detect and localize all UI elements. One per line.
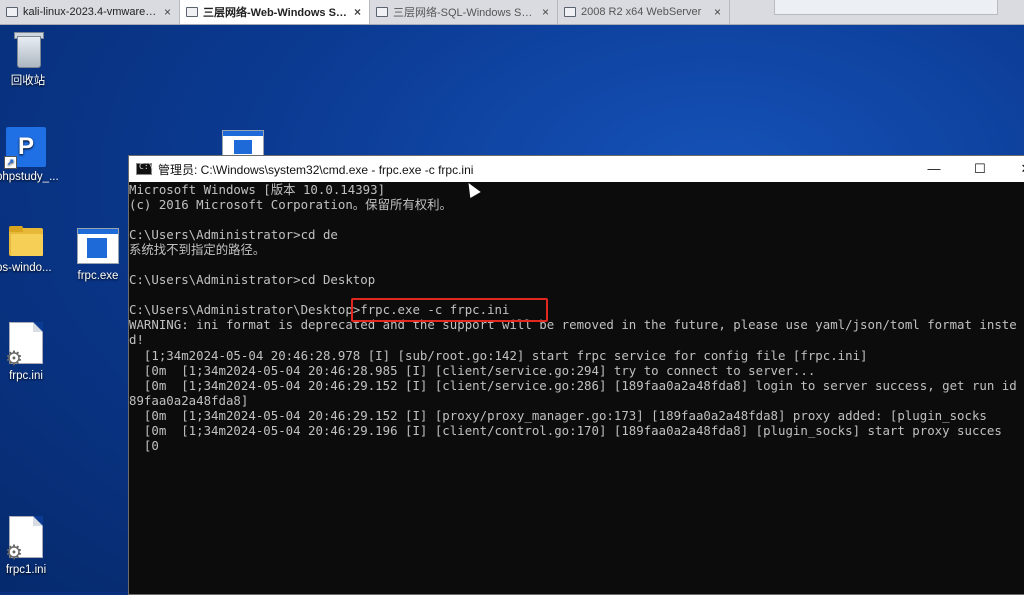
desktop-icon-label: frpc.ini [9,370,43,382]
application-icon [77,228,119,264]
folder-icon [9,226,43,256]
vm-tab-2008r2[interactable]: 2008 R2 x64 WebServer × [558,0,730,24]
console-line: [0m [1;34m2024-05-04 20:46:29.152 [I] [c… [129,377,1017,393]
title-bar[interactable]: C:\ 管理员: C:\Windows\system32\cmd.exe - f… [129,156,1024,182]
vm-tab-label: 三层网络-SQL-Windows Serve... [393,7,537,19]
desktop-icon-label: frpc1.ini [5,564,47,576]
console-line: [1;34m2024-05-04 20:46:28.978 [I] [sub/r… [129,347,868,363]
close-icon[interactable]: × [354,5,361,19]
cmd-icon: C:\ [136,162,153,175]
close-icon[interactable]: × [164,5,171,19]
console-line: WARNING: ini format is deprecated and th… [129,317,1017,333]
overlay-panel [774,0,998,15]
desktop-icon-label: 回收站 [10,75,46,87]
console-line: (c) 2016 Microsoft Corporation。保留所有权利。 [129,197,452,213]
desktop-icon-label: ps-windo... [0,262,52,274]
console-output[interactable]: Microsoft Windows [版本 10.0.14393] (c) 20… [129,182,1024,594]
vm-tab-kali[interactable]: kali-linux-2023.4-vmware-am... × [0,0,180,24]
console-line: [0m [1;34m2024-05-04 20:46:29.196 [I] [c… [129,422,1002,438]
desktop-icon-label: phpstudy_... [0,171,58,183]
close-icon[interactable]: × [714,5,721,19]
minimize-button[interactable]: — [911,156,957,182]
console-line: 系统找不到指定的路径。 [129,242,266,258]
vm-tab-label: 三层网络-Web-Windows Se... [203,7,349,19]
vm-tab-label: 2008 R2 x64 WebServer [581,6,702,18]
recycle-bin-icon [13,30,44,68]
command-highlight-box [351,298,548,322]
vm-tab-web-windows[interactable]: 三层网络-Web-Windows Se... × [180,0,370,24]
config-file-icon: ⚙ [5,516,43,563]
close-icon[interactable]: × [542,5,549,19]
console-line: C:\Users\Administrator>cd de [129,227,338,243]
desktop-icon-label: frpc.exe [77,270,119,282]
vm-tab-label: kali-linux-2023.4-vmware-am... [23,6,159,18]
partial-desktop-icon[interactable] [222,130,264,158]
console-line: [0 [129,437,159,453]
console-line: [0m [1;34m2024-05-04 20:46:29.152 [I] [p… [129,407,987,423]
console-line: d! [129,332,144,348]
desktop-icon-folder[interactable]: ps-windo... [0,222,58,274]
close-button[interactable]: ✕ [1003,156,1024,182]
console-line: [0m [1;34m2024-05-04 20:46:28.985 [I] [c… [129,362,816,378]
desktop-icon-frpc1-ini[interactable]: ⚙ frpc1.ini [0,516,58,576]
maximize-button[interactable]: ☐ [957,156,1003,182]
vm-icon [186,7,198,17]
desktop-icon-phpstudy[interactable]: P ↗ phpstudy_... [0,127,58,183]
vm-tab-sql-windows[interactable]: 三层网络-SQL-Windows Serve... × [370,0,558,24]
vm-icon [6,7,18,17]
desktop-icon-frpc-exe[interactable]: frpc.exe [66,226,130,282]
console-line: C:\Users\Administrator\Desktop>frpc.exe … [129,302,510,318]
vm-icon [376,7,388,17]
console-line: Microsoft Windows [版本 10.0.14393] [129,182,386,197]
desktop-icon-recycle-bin[interactable]: 回收站 [0,30,60,88]
desktop-icon-frpc-ini[interactable]: ⚙ frpc.ini [0,322,58,382]
config-file-icon: ⚙ [5,322,43,369]
console-line: 89faa0a2a48fda8] [129,392,249,408]
console-line: C:\Users\Administrator>cd Desktop [129,272,376,288]
window-title: 管理员: C:\Windows\system32\cmd.exe - frpc.… [158,162,474,177]
phpstudy-icon: P ↗ [4,127,46,169]
cmd-window[interactable]: C:\ 管理员: C:\Windows\system32\cmd.exe - f… [128,155,1024,595]
vm-icon [564,7,576,17]
